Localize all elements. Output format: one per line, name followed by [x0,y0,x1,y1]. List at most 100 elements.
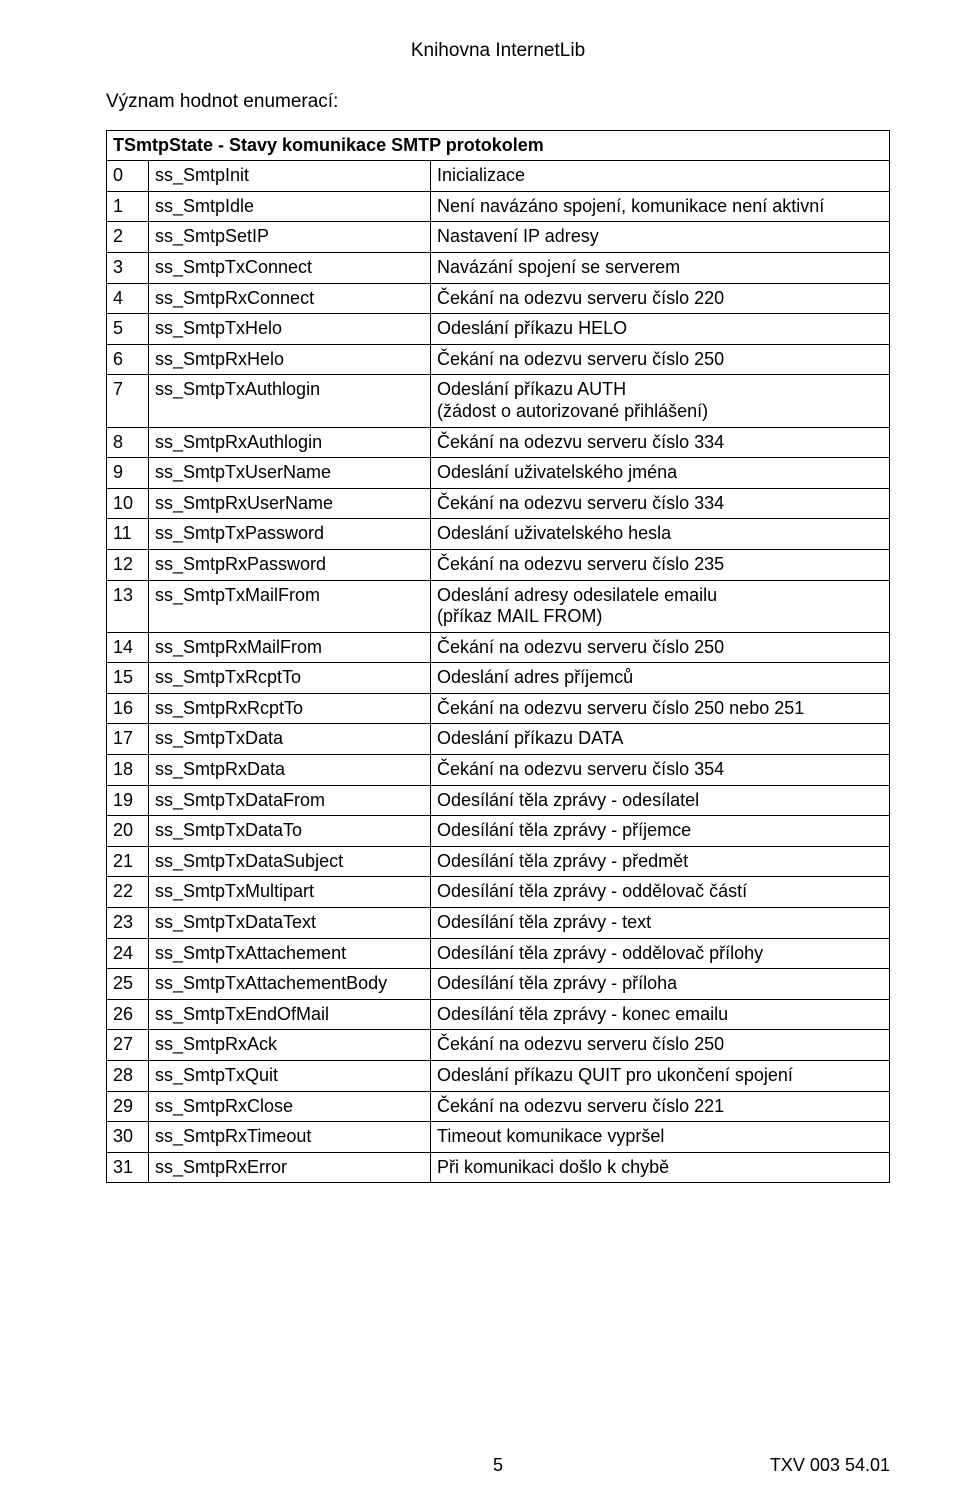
table-row: 28ss_SmtpTxQuitOdeslání příkazu QUIT pro… [107,1061,890,1092]
row-id: ss_SmtpRxMailFrom [149,632,431,663]
table-row: 14ss_SmtpRxMailFromČekání na odezvu serv… [107,632,890,663]
table-row: 22ss_SmtpTxMultipartOdesílání těla zpráv… [107,877,890,908]
row-desc: Odesílání těla zprávy - konec emailu [431,999,890,1030]
row-id: ss_SmtpRxError [149,1152,431,1183]
row-id: ss_SmtpTxPassword [149,519,431,550]
row-index: 23 [107,908,149,939]
table-row: 19ss_SmtpTxDataFromOdesílání těla zprávy… [107,785,890,816]
table-row: 10ss_SmtpRxUserNameČekání na odezvu serv… [107,488,890,519]
row-index: 10 [107,488,149,519]
row-index: 26 [107,999,149,1030]
row-index: 31 [107,1152,149,1183]
row-id: ss_SmtpRxConnect [149,283,431,314]
row-desc: Odesílání těla zprávy - příjemce [431,816,890,847]
row-index: 1 [107,191,149,222]
row-id: ss_SmtpRxHelo [149,344,431,375]
row-index: 29 [107,1091,149,1122]
row-desc: Odesílání těla zprávy - oddělovač částí [431,877,890,908]
intro-text: Význam hodnot enumerací: [106,91,890,114]
table-row: 16ss_SmtpRxRcptToČekání na odezvu server… [107,693,890,724]
table-row: 9ss_SmtpTxUserNameOdeslání uživatelského… [107,458,890,489]
row-id: ss_SmtpTxMailFrom [149,580,431,632]
row-desc: Odesílání těla zprávy - text [431,908,890,939]
row-index: 2 [107,222,149,253]
table-row: 21ss_SmtpTxDataSubjectOdesílání těla zpr… [107,846,890,877]
row-desc: Čekání na odezvu serveru číslo 220 [431,283,890,314]
row-desc: Odesílání těla zprávy - oddělovač příloh… [431,938,890,969]
table-row: 13ss_SmtpTxMailFromOdeslání adresy odesi… [107,580,890,632]
row-id: ss_SmtpRxRcptTo [149,693,431,724]
table-row: 26ss_SmtpTxEndOfMailOdesílání těla zpráv… [107,999,890,1030]
row-desc: Odeslání uživatelského hesla [431,519,890,550]
row-index: 13 [107,580,149,632]
row-index: 16 [107,693,149,724]
row-desc: Timeout komunikace vypršel [431,1122,890,1153]
row-desc: Inicializace [431,161,890,192]
table-caption: TSmtpState - Stavy komunikace SMTP proto… [107,130,890,161]
table-row: 23ss_SmtpTxDataTextOdesílání těla zprávy… [107,908,890,939]
row-id: ss_SmtpTxQuit [149,1061,431,1092]
row-desc: Odeslání adres příjemců [431,663,890,694]
table-row: 6ss_SmtpRxHeloČekání na odezvu serveru č… [107,344,890,375]
row-desc: Odeslání příkazu QUIT pro ukončení spoje… [431,1061,890,1092]
row-desc: Odeslání příkazu HELO [431,314,890,345]
row-desc: Čekání na odezvu serveru číslo 221 [431,1091,890,1122]
row-desc: Nastavení IP adresy [431,222,890,253]
row-index: 14 [107,632,149,663]
row-index: 20 [107,816,149,847]
row-desc: Odesílání těla zprávy - předmět [431,846,890,877]
page: Knihovna InternetLib Význam hodnot enume… [0,0,960,1507]
row-id: ss_SmtpTxEndOfMail [149,999,431,1030]
table-row: 25ss_SmtpTxAttachementBodyOdesílání těla… [107,969,890,1000]
table-caption-row: TSmtpState - Stavy komunikace SMTP proto… [107,130,890,161]
row-index: 9 [107,458,149,489]
row-index: 6 [107,344,149,375]
row-desc: Čekání na odezvu serveru číslo 250 [431,344,890,375]
table-row: 2ss_SmtpSetIPNastavení IP adresy [107,222,890,253]
table-row: 29ss_SmtpRxCloseČekání na odezvu serveru… [107,1091,890,1122]
row-id: ss_SmtpTxRcptTo [149,663,431,694]
row-id: ss_SmtpTxAttachementBody [149,969,431,1000]
row-index: 17 [107,724,149,755]
row-id: ss_SmtpTxDataFrom [149,785,431,816]
table-row: 7ss_SmtpTxAuthloginOdeslání příkazu AUTH… [107,375,890,427]
table-row: 11ss_SmtpTxPasswordOdeslání uživatelskéh… [107,519,890,550]
row-desc: Čekání na odezvu serveru číslo 334 [431,488,890,519]
table-row: 24ss_SmtpTxAttachementOdesílání těla zpr… [107,938,890,969]
table-row: 31ss_SmtpRxErrorPři komunikaci došlo k c… [107,1152,890,1183]
row-desc: Není navázáno spojení, komunikace není a… [431,191,890,222]
row-index: 19 [107,785,149,816]
header-title: Knihovna InternetLib [106,40,890,63]
row-index: 7 [107,375,149,427]
row-index: 27 [107,1030,149,1061]
row-index: 21 [107,846,149,877]
row-desc: Odeslání příkazu AUTH (žádost o autorizo… [431,375,890,427]
row-id: ss_SmtpTxData [149,724,431,755]
row-id: ss_SmtpRxClose [149,1091,431,1122]
row-id: ss_SmtpTxMultipart [149,877,431,908]
row-desc: Čekání na odezvu serveru číslo 250 nebo … [431,693,890,724]
table-row: 3ss_SmtpTxConnectNavázání spojení se ser… [107,252,890,283]
row-index: 18 [107,755,149,786]
table-row: 18ss_SmtpRxDataČekání na odezvu serveru … [107,755,890,786]
table-row: 17ss_SmtpTxDataOdeslání příkazu DATA [107,724,890,755]
row-desc: Odeslání uživatelského jména [431,458,890,489]
row-desc: Odeslání příkazu DATA [431,724,890,755]
row-id: ss_SmtpTxUserName [149,458,431,489]
table-row: 8ss_SmtpRxAuthloginČekání na odezvu serv… [107,427,890,458]
row-id: ss_SmtpTxConnect [149,252,431,283]
footer: 5 TXV 003 54.01 [106,1455,890,1477]
row-id: ss_SmtpRxPassword [149,549,431,580]
row-id: ss_SmtpRxAck [149,1030,431,1061]
row-desc: Navázání spojení se serverem [431,252,890,283]
enum-table: TSmtpState - Stavy komunikace SMTP proto… [106,130,890,1184]
row-index: 25 [107,969,149,1000]
row-id: ss_SmtpTxHelo [149,314,431,345]
row-id: ss_SmtpRxUserName [149,488,431,519]
row-index: 3 [107,252,149,283]
row-index: 22 [107,877,149,908]
table-caption-strong: TSmtpState - Stavy komunikace SMTP proto… [113,135,544,155]
row-index: 30 [107,1122,149,1153]
table-row: 4ss_SmtpRxConnectČekání na odezvu server… [107,283,890,314]
row-desc: Odesílání těla zprávy - odesílatel [431,785,890,816]
